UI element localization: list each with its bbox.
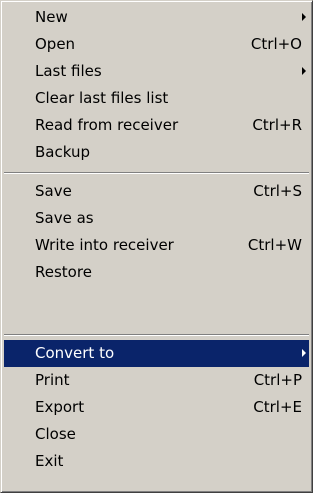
- menu-item-export[interactable]: Export Ctrl+E: [4, 394, 309, 421]
- menu-item-label: Close: [35, 425, 76, 443]
- menu-item-save-as[interactable]: Save as: [4, 205, 309, 232]
- menu-item-write-into-receiver[interactable]: Write into receiver Ctrl+W: [4, 232, 309, 259]
- menu-item-shortcut: Ctrl+R: [252, 116, 302, 134]
- menu-item-read-from-receiver[interactable]: Read from receiver Ctrl+R: [4, 112, 309, 139]
- submenu-arrow-icon: [302, 13, 306, 21]
- menu-item-label: Open: [35, 35, 76, 53]
- menu-item-clear-last-files[interactable]: Clear last files list: [4, 85, 309, 112]
- menu-item-label: Export: [35, 398, 85, 416]
- menu-item-shortcut: Ctrl+P: [253, 371, 302, 389]
- menu-item-label: Last files: [35, 62, 102, 80]
- menu-item-label: Backup: [35, 143, 90, 161]
- menu-item-new[interactable]: New: [4, 4, 309, 31]
- menu-item-label: Save as: [35, 209, 94, 227]
- menu-item-print[interactable]: Print Ctrl+P: [4, 367, 309, 394]
- menu-item-shortcut: Ctrl+E: [253, 398, 302, 416]
- menu-item-save[interactable]: Save Ctrl+S: [4, 178, 309, 205]
- menu-item-label: Print: [35, 371, 70, 389]
- submenu-arrow-icon: [302, 349, 306, 357]
- menu-item-shortcut: Ctrl+S: [253, 182, 302, 200]
- menu-item-backup[interactable]: Backup: [4, 139, 309, 166]
- submenu-arrow-icon: [302, 67, 306, 75]
- menu-separator: [4, 172, 309, 174]
- menu-item-shortcut: Ctrl+O: [250, 35, 302, 53]
- menu-item-label: Read from receiver: [35, 116, 179, 134]
- menu-item-exit[interactable]: Exit: [4, 448, 309, 475]
- menu-item-restore[interactable]: Restore: [4, 259, 309, 286]
- menu-item-open[interactable]: Open Ctrl+O: [4, 31, 309, 58]
- menu-item-label: Write into receiver: [35, 236, 174, 254]
- file-menu: New Open Ctrl+O Last files Clear last fi…: [0, 0, 313, 493]
- menu-item-convert-to[interactable]: Convert to: [4, 340, 309, 367]
- menu-item-label: Restore: [35, 263, 92, 281]
- menu-separator: [4, 334, 309, 336]
- menu-item-shortcut: Ctrl+W: [247, 236, 302, 254]
- menu-item-label: Convert to: [35, 344, 115, 362]
- menu-item-last-files[interactable]: Last files: [4, 58, 309, 85]
- menu-item-close[interactable]: Close: [4, 421, 309, 448]
- menu-item-label: New: [35, 8, 68, 26]
- menu-item-label: Exit: [35, 452, 64, 470]
- menu-item-label: Clear last files list: [35, 89, 169, 107]
- menu-item-label: Save: [35, 182, 72, 200]
